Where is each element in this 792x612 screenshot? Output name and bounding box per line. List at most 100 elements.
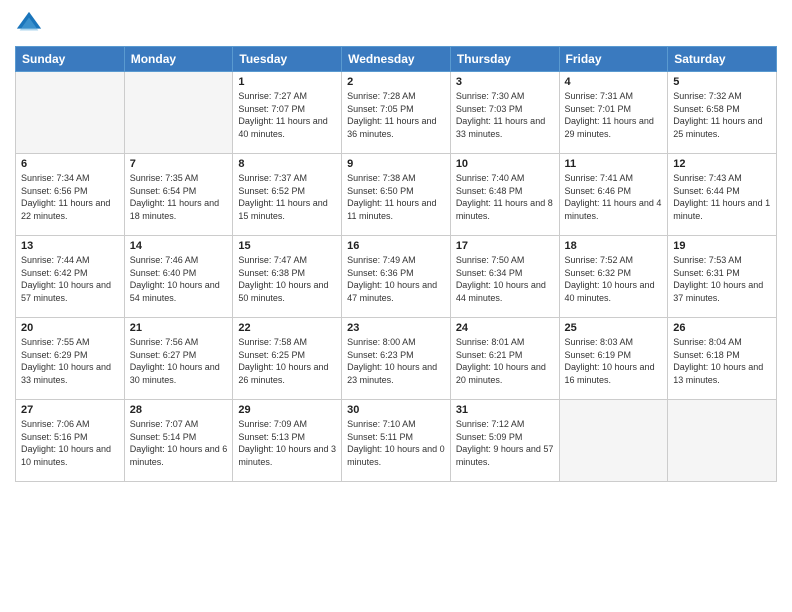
page: SundayMondayTuesdayWednesdayThursdayFrid…: [0, 0, 792, 612]
calendar-cell: 10 Sunrise: 7:40 AM Sunset: 6:48 PM Dayli…: [450, 154, 559, 236]
day-number: 19: [673, 240, 771, 252]
day-number: 2: [347, 76, 445, 88]
calendar-cell: 22Sunrise: 7:58 AM Sunset: 6:25 PM Dayli…: [233, 318, 342, 400]
calendar-header-row: SundayMondayTuesdayWednesdayThursdayFrid…: [16, 47, 777, 72]
day-of-week-header: Monday: [124, 47, 233, 72]
cell-content: Sunrise: 7:38 AM Sunset: 6:50 PM Dayligh…: [347, 172, 445, 222]
day-number: 18: [565, 240, 663, 252]
cell-content: Sunrise: 7:50 AM Sunset: 6:34 PM Dayligh…: [456, 254, 554, 304]
cell-content: Sunrise: 7:52 AM Sunset: 6:32 PM Dayligh…: [565, 254, 663, 304]
cell-content: Sunrise: 8:01 AM Sunset: 6:21 PM Dayligh…: [456, 336, 554, 386]
cell-content: Sunrise: 7:32 AM Sunset: 6:58 PM Dayligh…: [673, 90, 771, 140]
calendar-cell: 31 Sunrise: 7:12 AM Sunset: 5:09 PM Dayli…: [450, 400, 559, 482]
calendar-cell: 27 Sunrise: 7:06 AM Sunset: 5:16 PM Dayli…: [16, 400, 125, 482]
calendar-cell: 3Sunrise: 7:30 AM Sunset: 7:03 PM Daylig…: [450, 72, 559, 154]
calendar-cell: 25 Sunrise: 8:03 AM Sunset: 6:19 PM Dayli…: [559, 318, 668, 400]
calendar-week-row: 27 Sunrise: 7:06 AM Sunset: 5:16 PM Dayli…: [16, 400, 777, 482]
cell-content: Sunrise: 7:53 AM Sunset: 6:31 PM Dayligh…: [673, 254, 771, 304]
day-number: 9: [347, 158, 445, 170]
day-number: 24: [456, 322, 554, 334]
calendar-cell: 16 Sunrise: 7:49 AM Sunset: 6:36 PM Dayli…: [342, 236, 451, 318]
calendar-cell: 30 Sunrise: 7:10 AM Sunset: 5:11 PM Dayli…: [342, 400, 451, 482]
day-number: 30: [347, 404, 445, 416]
day-number: 11: [565, 158, 663, 170]
cell-content: Sunrise: 7:43 AM Sunset: 6:44 PM Dayligh…: [673, 172, 771, 222]
cell-content: Sunrise: 7:55 AM Sunset: 6:29 PM Dayligh…: [21, 336, 119, 386]
calendar-cell: 8 Sunrise: 7:37 AM Sunset: 6:52 PM Daylig…: [233, 154, 342, 236]
cell-content: Sunrise: 7:06 AM Sunset: 5:16 PM Dayligh…: [21, 418, 119, 468]
calendar-cell: 23Sunrise: 8:00 AM Sunset: 6:23 PM Dayli…: [342, 318, 451, 400]
calendar-cell: 4 Sunrise: 7:31 AM Sunset: 7:01 PM Daylig…: [559, 72, 668, 154]
calendar-cell: [668, 400, 777, 482]
calendar-cell: 24 Sunrise: 8:01 AM Sunset: 6:21 PM Dayli…: [450, 318, 559, 400]
calendar-cell: 20 Sunrise: 7:55 AM Sunset: 6:29 PM Dayli…: [16, 318, 125, 400]
day-number: 8: [238, 158, 336, 170]
calendar-week-row: 13Sunrise: 7:44 AM Sunset: 6:42 PM Dayli…: [16, 236, 777, 318]
day-of-week-header: Tuesday: [233, 47, 342, 72]
day-number: 29: [238, 404, 336, 416]
cell-content: Sunrise: 8:03 AM Sunset: 6:19 PM Dayligh…: [565, 336, 663, 386]
cell-content: Sunrise: 7:37 AM Sunset: 6:52 PM Dayligh…: [238, 172, 336, 222]
day-number: 1: [238, 76, 336, 88]
header: [15, 10, 777, 38]
cell-content: Sunrise: 7:28 AM Sunset: 7:05 PM Dayligh…: [347, 90, 445, 140]
calendar-cell: 14 Sunrise: 7:46 AM Sunset: 6:40 PM Dayli…: [124, 236, 233, 318]
day-number: 5: [673, 76, 771, 88]
calendar-cell: 11 Sunrise: 7:41 AM Sunset: 6:46 PM Dayli…: [559, 154, 668, 236]
cell-content: Sunrise: 7:56 AM Sunset: 6:27 PM Dayligh…: [130, 336, 228, 386]
cell-content: Sunrise: 7:49 AM Sunset: 6:36 PM Dayligh…: [347, 254, 445, 304]
day-number: 23: [347, 322, 445, 334]
calendar-cell: 28 Sunrise: 7:07 AM Sunset: 5:14 PM Dayli…: [124, 400, 233, 482]
day-number: 17: [456, 240, 554, 252]
day-number: 25: [565, 322, 663, 334]
calendar-week-row: 20 Sunrise: 7:55 AM Sunset: 6:29 PM Dayli…: [16, 318, 777, 400]
cell-content: Sunrise: 7:31 AM Sunset: 7:01 PM Dayligh…: [565, 90, 663, 140]
day-of-week-header: Wednesday: [342, 47, 451, 72]
calendar-cell: 9 Sunrise: 7:38 AM Sunset: 6:50 PM Daylig…: [342, 154, 451, 236]
cell-content: Sunrise: 7:47 AM Sunset: 6:38 PM Dayligh…: [238, 254, 336, 304]
calendar-cell: 2 Sunrise: 7:28 AM Sunset: 7:05 PM Daylig…: [342, 72, 451, 154]
day-number: 15: [238, 240, 336, 252]
cell-content: Sunrise: 7:41 AM Sunset: 6:46 PM Dayligh…: [565, 172, 663, 222]
calendar-cell: 15 Sunrise: 7:47 AM Sunset: 6:38 PM Dayli…: [233, 236, 342, 318]
cell-content: Sunrise: 7:12 AM Sunset: 5:09 PM Dayligh…: [456, 418, 554, 468]
cell-content: Sunrise: 7:35 AM Sunset: 6:54 PM Dayligh…: [130, 172, 228, 222]
calendar-week-row: 6Sunrise: 7:34 AM Sunset: 6:56 PM Daylig…: [16, 154, 777, 236]
calendar-cell: [124, 72, 233, 154]
calendar-cell: 12Sunrise: 7:43 AM Sunset: 6:44 PM Dayli…: [668, 154, 777, 236]
calendar-cell: [16, 72, 125, 154]
cell-content: Sunrise: 7:07 AM Sunset: 5:14 PM Dayligh…: [130, 418, 228, 468]
calendar-cell: 5 Sunrise: 7:32 AM Sunset: 6:58 PM Daylig…: [668, 72, 777, 154]
calendar-cell: 18 Sunrise: 7:52 AM Sunset: 6:32 PM Dayli…: [559, 236, 668, 318]
day-number: 3: [456, 76, 554, 88]
day-number: 31: [456, 404, 554, 416]
logo: [15, 10, 47, 38]
day-of-week-header: Thursday: [450, 47, 559, 72]
calendar-cell: 21 Sunrise: 7:56 AM Sunset: 6:27 PM Dayli…: [124, 318, 233, 400]
calendar-cell: 26 Sunrise: 8:04 AM Sunset: 6:18 PM Dayli…: [668, 318, 777, 400]
day-number: 14: [130, 240, 228, 252]
day-number: 21: [130, 322, 228, 334]
calendar-cell: [559, 400, 668, 482]
day-number: 4: [565, 76, 663, 88]
logo-icon: [15, 10, 43, 38]
cell-content: Sunrise: 7:40 AM Sunset: 6:48 PM Dayligh…: [456, 172, 554, 222]
day-number: 26: [673, 322, 771, 334]
cell-content: Sunrise: 8:04 AM Sunset: 6:18 PM Dayligh…: [673, 336, 771, 386]
day-of-week-header: Friday: [559, 47, 668, 72]
day-number: 28: [130, 404, 228, 416]
day-number: 10: [456, 158, 554, 170]
calendar-cell: 7Sunrise: 7:35 AM Sunset: 6:54 PM Daylig…: [124, 154, 233, 236]
day-number: 20: [21, 322, 119, 334]
calendar-cell: 1Sunrise: 7:27 AM Sunset: 7:07 PM Daylig…: [233, 72, 342, 154]
cell-content: Sunrise: 7:58 AM Sunset: 6:25 PM Dayligh…: [238, 336, 336, 386]
day-number: 13: [21, 240, 119, 252]
day-number: 6: [21, 158, 119, 170]
day-number: 27: [21, 404, 119, 416]
calendar-cell: 17 Sunrise: 7:50 AM Sunset: 6:34 PM Dayli…: [450, 236, 559, 318]
cell-content: Sunrise: 7:10 AM Sunset: 5:11 PM Dayligh…: [347, 418, 445, 468]
day-of-week-header: Saturday: [668, 47, 777, 72]
calendar-cell: 29Sunrise: 7:09 AM Sunset: 5:13 PM Dayli…: [233, 400, 342, 482]
day-number: 16: [347, 240, 445, 252]
cell-content: Sunrise: 7:46 AM Sunset: 6:40 PM Dayligh…: [130, 254, 228, 304]
